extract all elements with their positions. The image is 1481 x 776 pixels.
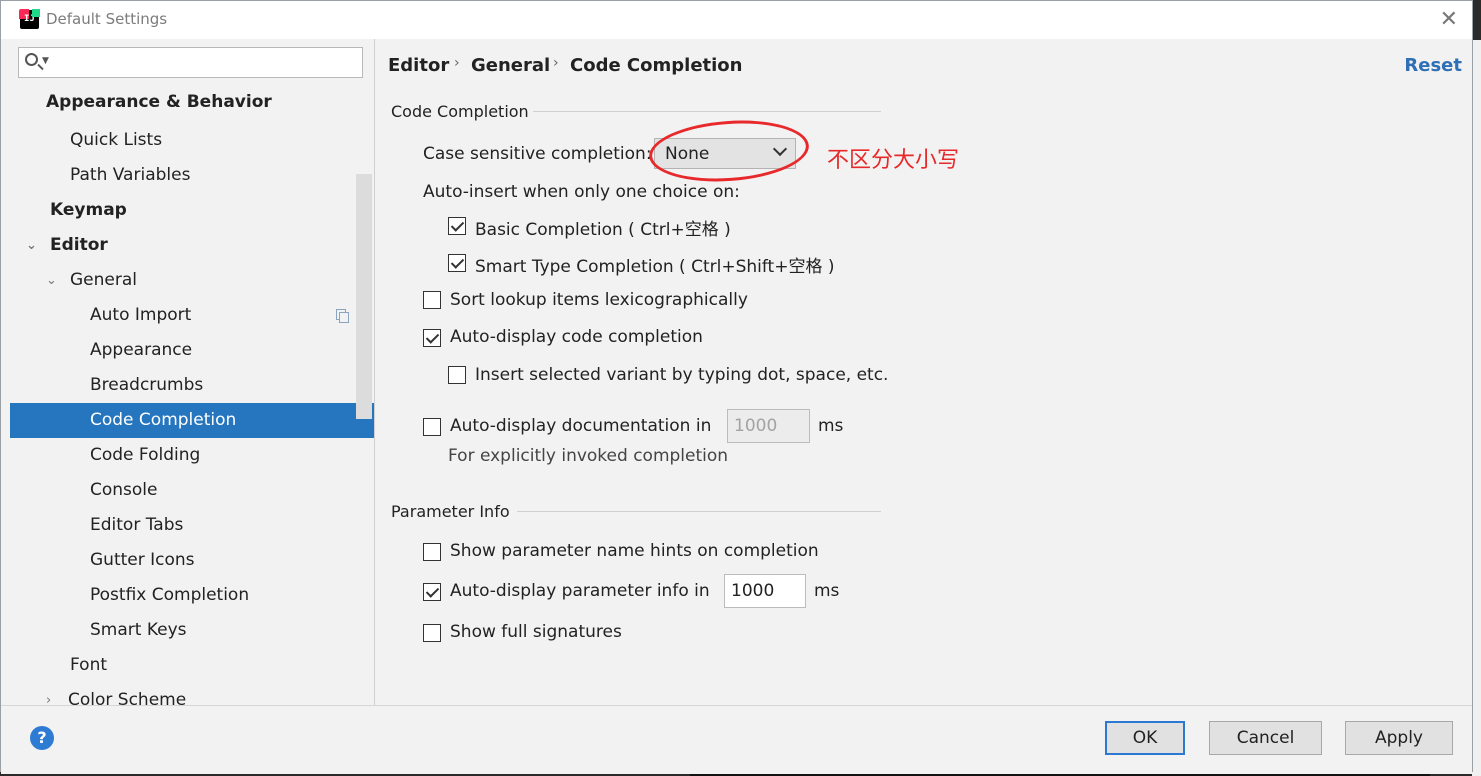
auto-display-completion-checkbox[interactable] — [423, 329, 441, 347]
breadcrumb-general[interactable]: General — [471, 55, 550, 76]
basic-completion-label[interactable]: Basic Completion ( Ctrl+空格 ) — [475, 215, 731, 240]
name-hints-label[interactable]: Show parameter name hints on completion — [450, 541, 819, 561]
cancel-button[interactable]: Cancel — [1209, 721, 1322, 755]
breadcrumb-editor[interactable]: Editor — [388, 55, 449, 76]
sidebar-item-code-folding[interactable]: Code Folding — [10, 438, 374, 473]
group-title-parameter-info: Parameter Info — [391, 502, 510, 521]
dialog-footer: ? OK Cancel Apply — [1, 705, 1472, 774]
sidebar-item-editor-tabs[interactable]: Editor Tabs — [10, 508, 374, 543]
auto-display-param-label[interactable]: Auto-display parameter info in — [450, 581, 710, 601]
sidebar-item-font[interactable]: Font — [10, 648, 374, 683]
reset-link[interactable]: Reset — [1404, 55, 1462, 76]
search-icon — [25, 53, 38, 66]
background-window-edge-right — [1472, 40, 1481, 776]
sort-lexico-checkbox[interactable] — [423, 291, 441, 309]
help-icon[interactable]: ? — [30, 726, 54, 750]
full-signatures-checkbox[interactable] — [423, 624, 441, 642]
search-input[interactable]: ▼ — [18, 47, 363, 78]
name-hints-checkbox[interactable] — [423, 543, 441, 561]
breadcrumb-separator: › — [553, 55, 559, 71]
annotation-text: 不区分大小写 — [827, 148, 960, 173]
search-options-caret[interactable]: ▼ — [42, 56, 49, 66]
title-bar: IJ Default Settings ✕ — [1, 1, 1472, 39]
case-sensitive-label: Case sensitive completion: — [423, 144, 652, 164]
group-divider — [533, 111, 881, 112]
sidebar-item-breadcrumbs[interactable]: Breadcrumbs — [10, 368, 374, 403]
ok-button[interactable]: OK — [1105, 721, 1185, 755]
doc-delay-input[interactable]: 1000 — [727, 409, 810, 443]
sidebar-item-gutter-icons[interactable]: Gutter Icons — [10, 543, 374, 578]
smart-type-completion-checkbox[interactable] — [448, 254, 466, 272]
sidebar-item-color-scheme[interactable]: › Color Scheme — [10, 683, 374, 705]
group-divider — [517, 511, 881, 512]
sidebar-item-keymap[interactable]: Keymap — [10, 193, 374, 228]
doc-delay-unit: ms — [818, 416, 844, 436]
explicit-note: For explicitly invoked completion — [448, 446, 729, 466]
sidebar-scrollbar[interactable] — [356, 174, 372, 419]
annotation-circle — [647, 115, 811, 187]
insert-by-typing-label[interactable]: Insert selected variant by typing dot, s… — [475, 365, 888, 385]
project-copy-icon — [336, 309, 349, 323]
breadcrumb-separator: › — [454, 55, 460, 71]
sort-lexico-label[interactable]: Sort lookup items lexicographically — [450, 290, 748, 310]
sidebar-item-postfix-completion[interactable]: Postfix Completion — [10, 578, 374, 613]
full-signatures-label[interactable]: Show full signatures — [450, 622, 622, 642]
chevron-down-icon[interactable]: ⌄ — [46, 263, 57, 298]
auto-display-completion-label[interactable]: Auto-display code completion — [450, 327, 703, 347]
settings-sidebar: ▼ Appearance & Behavior Quick Lists Path… — [10, 39, 375, 705]
sidebar-item-code-completion[interactable]: Code Completion — [10, 403, 374, 438]
auto-display-doc-label[interactable]: Auto-display documentation in — [450, 416, 711, 436]
sidebar-item-editor[interactable]: ⌄ Editor — [10, 228, 374, 263]
breadcrumb-code-completion: Code Completion — [570, 55, 743, 76]
chevron-down-icon[interactable]: ⌄ — [26, 228, 37, 263]
basic-completion-checkbox[interactable] — [448, 217, 466, 235]
sidebar-item-general[interactable]: ⌄ General — [10, 263, 374, 298]
sidebar-item-appearance[interactable]: Appearance — [10, 333, 374, 368]
close-icon[interactable]: ✕ — [1440, 7, 1458, 32]
sidebar-item-console[interactable]: Console — [10, 473, 374, 508]
settings-dialog: IJ Default Settings ✕ ▼ Appearance & Beh… — [0, 0, 1473, 774]
sidebar-item-smart-keys[interactable]: Smart Keys — [10, 613, 374, 648]
sidebar-item-quick-lists[interactable]: Quick Lists — [10, 123, 374, 158]
param-delay-input[interactable]: 1000 — [724, 574, 806, 608]
smart-type-completion-label[interactable]: Smart Type Completion ( Ctrl+Shift+空格 ) — [475, 252, 835, 277]
param-delay-unit: ms — [814, 581, 840, 601]
intellij-app-icon: IJ — [19, 9, 40, 29]
settings-content: Editor › General › Code Completion Reset… — [375, 39, 1472, 705]
chevron-right-icon[interactable]: › — [46, 683, 51, 705]
auto-insert-label: Auto-insert when only one choice on: — [423, 182, 740, 202]
group-title-code-completion: Code Completion — [391, 102, 529, 121]
window-title: Default Settings — [46, 10, 168, 28]
apply-button[interactable]: Apply — [1345, 721, 1453, 755]
auto-display-param-checkbox[interactable] — [423, 583, 441, 601]
sidebar-item-auto-import[interactable]: Auto Import — [10, 298, 374, 333]
auto-display-doc-checkbox[interactable] — [423, 418, 441, 436]
insert-by-typing-checkbox[interactable] — [448, 366, 466, 384]
sidebar-item-path-variables[interactable]: Path Variables — [10, 158, 374, 193]
sidebar-item-appearance-behavior[interactable]: Appearance & Behavior — [10, 85, 374, 120]
